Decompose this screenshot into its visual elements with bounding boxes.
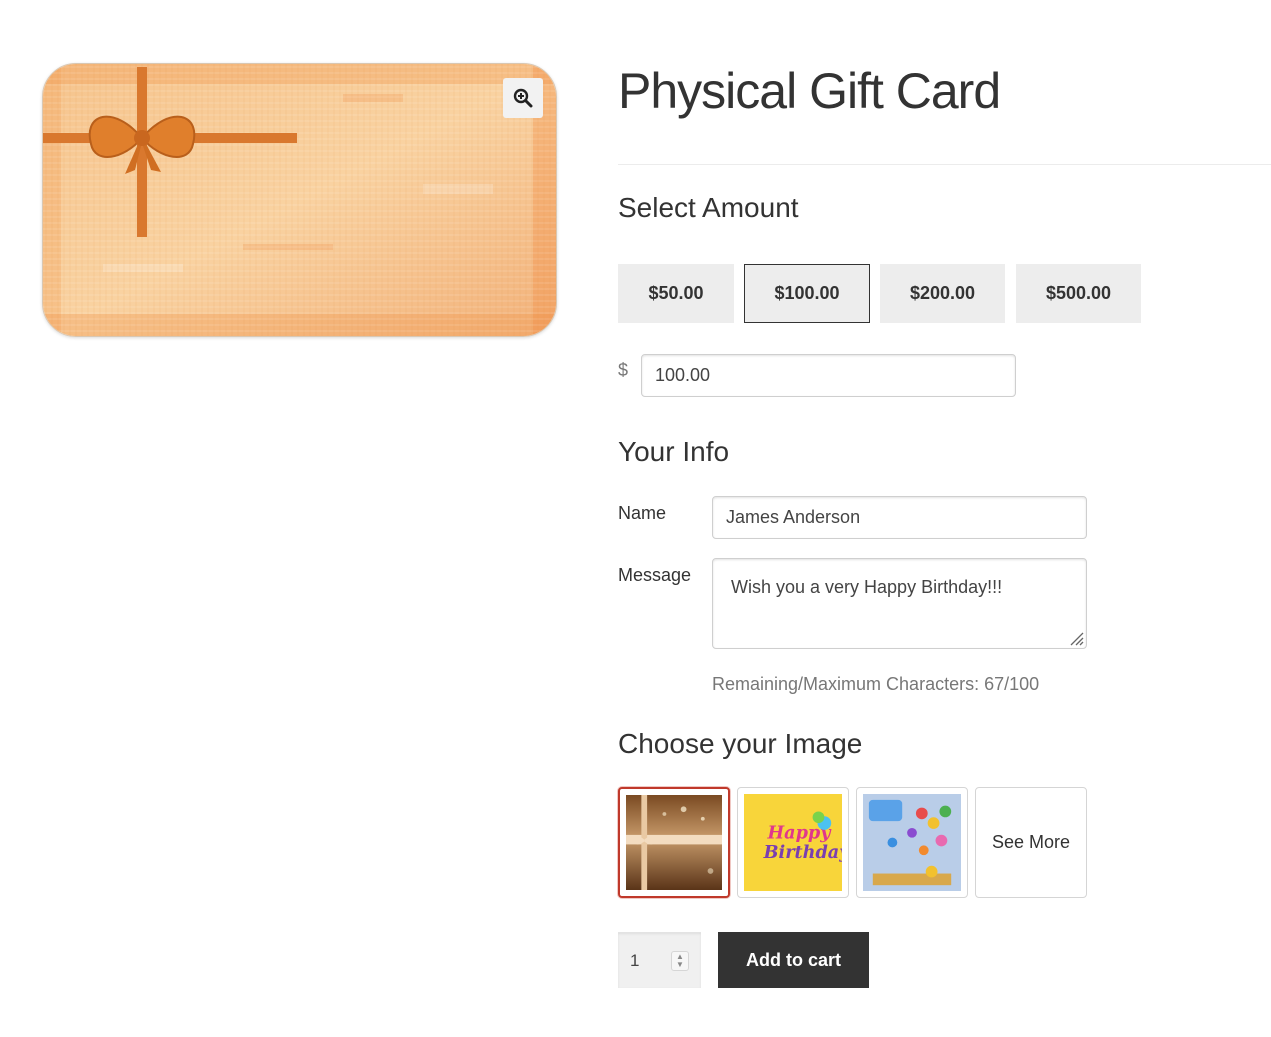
quantity-value: 1	[630, 950, 640, 970]
zoom-in-icon	[513, 88, 533, 108]
choose-image-heading: Choose your Image	[618, 728, 863, 759]
thumb-birthday-text: Birthday	[763, 843, 842, 863]
your-info-heading: Your Info	[618, 436, 730, 467]
add-to-cart-button[interactable]: Add to cart	[718, 932, 869, 988]
happy-birthday-yellow-thumbnail: Happy Birthday	[744, 794, 842, 891]
chevron-down-icon[interactable]: ▼	[676, 961, 684, 969]
image-option-happy-birthday-yellow[interactable]: Happy Birthday	[737, 787, 849, 898]
custom-amount-input[interactable]: 100.00	[641, 354, 1016, 397]
title-divider	[618, 164, 1271, 165]
message-label: Message	[618, 565, 692, 585]
name-label: Name	[618, 503, 667, 523]
see-more-images-button[interactable]: See More	[975, 787, 1087, 898]
message-text: Wish you a very Happy Birthday!!!	[731, 577, 1003, 597]
product-image[interactable]	[42, 63, 557, 337]
birthday-balloons-thumbnail	[863, 794, 961, 891]
amount-option-100[interactable]: $100.00	[744, 264, 870, 323]
resize-grip-icon[interactable]	[1068, 630, 1084, 646]
gold-ribbon-thumbnail	[626, 795, 722, 890]
quantity-input[interactable]: 1 ▲ ▼	[618, 932, 701, 988]
select-amount-heading: Select Amount	[618, 192, 799, 223]
message-textarea[interactable]: Wish you a very Happy Birthday!!!	[712, 558, 1087, 649]
quantity-stepper[interactable]: ▲ ▼	[671, 951, 689, 971]
amount-option-50[interactable]: $50.00	[618, 264, 734, 323]
zoom-button[interactable]	[503, 78, 543, 118]
currency-symbol: $	[618, 360, 629, 380]
gift-card-art	[43, 64, 556, 336]
product-title: Physical Gift Card	[618, 63, 1001, 119]
image-option-gold-ribbon[interactable]	[618, 787, 730, 898]
character-counter: Remaining/Maximum Characters: 67/100	[712, 674, 1040, 694]
amount-option-500[interactable]: $500.00	[1016, 264, 1141, 323]
image-option-birthday-balloons[interactable]	[856, 787, 968, 898]
amount-option-200[interactable]: $200.00	[880, 264, 1005, 323]
name-input[interactable]: James Anderson	[712, 496, 1087, 539]
